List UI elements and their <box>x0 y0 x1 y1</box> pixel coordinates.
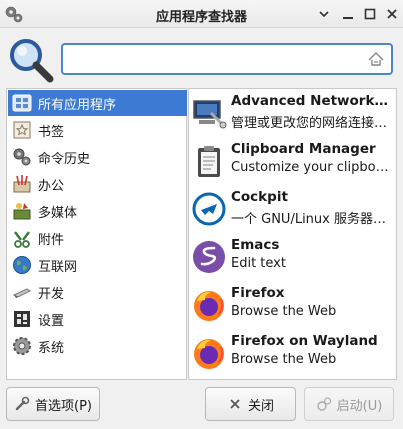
app-description: Customize your clipboard <box>231 160 391 175</box>
firefox-icon <box>194 339 224 369</box>
window-menu-icon[interactable] <box>315 5 333 23</box>
clear-text-icon[interactable] <box>366 50 386 68</box>
emacs-icon <box>193 241 225 273</box>
category-development[interactable]: 开发 <box>8 279 187 305</box>
app-item-cockpit[interactable]: Cockpit 一个 GNU/Linux 服务器管理界面 <box>189 187 396 235</box>
category-office[interactable]: 办公 <box>8 171 187 197</box>
application-list: Advanced Network Configuration 管理或更改您的网络… <box>188 88 397 380</box>
category-multimedia[interactable]: 多媒体 <box>8 198 187 224</box>
category-list: 所有应用程序 书签 命令历史 办公 多媒体 附件 互联网 开发 设置 系统 <box>6 88 187 380</box>
app-item-firefox-wayland[interactable]: Firefox on Wayland Browse the Web <box>189 331 396 379</box>
app-name: Advanced Network Configuration <box>231 93 391 109</box>
search-field[interactable] <box>61 43 393 75</box>
category-internet[interactable]: 互联网 <box>8 252 187 278</box>
settings-icon <box>14 311 30 327</box>
development-icon <box>12 288 31 298</box>
preferences-button[interactable]: 首选项(P) <box>6 387 100 421</box>
category-label: 所有应用程序 <box>38 97 117 113</box>
clipboard-icon <box>198 146 220 177</box>
app-description: 管理或更改您的网络连接设置 <box>231 116 391 131</box>
preferences-label: 首选项(P) <box>35 398 92 414</box>
category-system[interactable]: 系统 <box>8 333 187 359</box>
launch-label: 启动(U) <box>336 398 383 414</box>
app-description: Edit text <box>231 256 286 271</box>
app-description: 一个 GNU/Linux 服务器管理界面 <box>231 212 391 227</box>
category-label: 开发 <box>38 286 65 302</box>
system-icon <box>13 337 31 355</box>
close-label: 关闭 <box>247 398 274 414</box>
category-all-apps[interactable]: 所有应用程序 <box>8 90 187 116</box>
search-input[interactable] <box>69 49 359 69</box>
internet-icon <box>13 256 31 274</box>
category-label: 多媒体 <box>38 205 78 221</box>
accessories-icon <box>14 231 30 248</box>
all-apps-icon <box>12 94 32 112</box>
app-item-emacs[interactable]: Emacs Edit text <box>189 235 396 283</box>
category-label: 互联网 <box>38 259 78 275</box>
category-command-history[interactable]: 命令历史 <box>8 144 187 170</box>
command-history-icon <box>13 148 31 166</box>
app-name: Firefox on Wayland <box>231 333 378 349</box>
title-bar: 应用程序查找器 <box>0 0 403 28</box>
category-accessories[interactable]: 附件 <box>8 225 187 251</box>
close-icon[interactable] <box>383 5 401 23</box>
category-label: 附件 <box>38 232 65 248</box>
category-label: 命令历史 <box>38 151 91 167</box>
app-name: Clipboard Manager <box>231 141 376 157</box>
category-label: 办公 <box>38 178 65 194</box>
category-settings[interactable]: 设置 <box>8 306 187 332</box>
app-name: Cockpit <box>231 189 288 205</box>
multimedia-icon <box>13 203 31 220</box>
app-item-advanced-network[interactable]: Advanced Network Configuration 管理或更改您的网络… <box>189 91 396 139</box>
app-description: Browse the Web <box>231 304 337 319</box>
close-x-icon <box>230 399 240 409</box>
launch-button[interactable]: 启动(U) <box>304 387 394 421</box>
app-name: Firefox <box>231 285 285 301</box>
minimize-icon[interactable] <box>339 5 357 23</box>
category-label: 设置 <box>38 313 65 329</box>
network-icon <box>193 100 227 129</box>
category-bookmarks[interactable]: 书签 <box>8 117 187 143</box>
preferences-icon <box>15 396 30 411</box>
close-button[interactable]: 关闭 <box>205 387 296 421</box>
app-name: Emacs <box>231 237 280 253</box>
firefox-icon <box>194 291 224 321</box>
category-label: 系统 <box>38 340 65 356</box>
category-label: 书签 <box>38 124 65 140</box>
app-description: Browse the Web <box>231 352 337 367</box>
magnifier-icon <box>10 39 54 83</box>
maximize-icon[interactable] <box>361 5 379 23</box>
cockpit-icon <box>192 192 226 226</box>
app-item-clipboard-manager[interactable]: Clipboard Manager Customize your clipboa… <box>189 139 396 187</box>
bookmarks-icon <box>13 121 31 139</box>
app-item-firefox[interactable]: Firefox Browse the Web <box>189 283 396 331</box>
office-icon <box>13 175 31 193</box>
launch-icon <box>316 397 331 411</box>
